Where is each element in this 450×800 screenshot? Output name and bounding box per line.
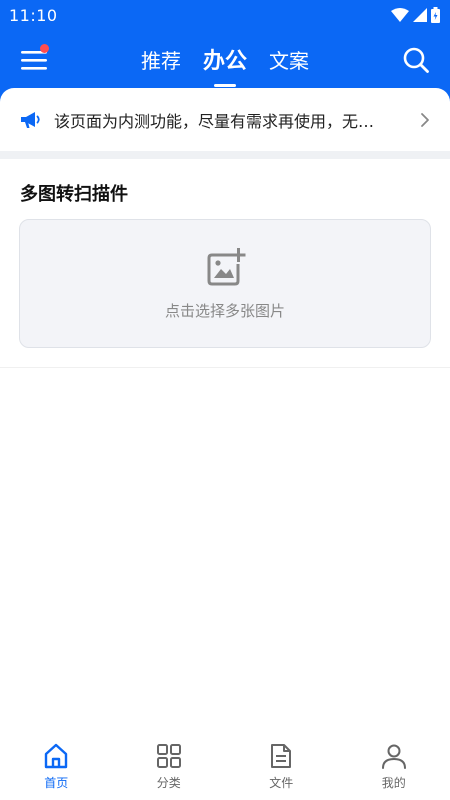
- file-icon: [271, 744, 292, 768]
- nav-label: 文件: [269, 776, 294, 790]
- tab-active-indicator: [213, 84, 236, 87]
- tab-label: 文案: [269, 48, 309, 73]
- battery-icon: [431, 7, 440, 23]
- nav-label: 我的: [381, 776, 406, 790]
- nav-label: 分类: [156, 776, 181, 790]
- megaphone-icon: [21, 111, 40, 128]
- search-icon[interactable]: [402, 46, 430, 74]
- top-tabs: 推荐 办公 文案: [0, 30, 450, 90]
- notice-bar[interactable]: 该页面为内测功能，尽量有需求再使用，无…: [0, 88, 450, 151]
- add-image-icon: [207, 248, 246, 286]
- bottom-nav: 首页 分类 文件 我的: [0, 733, 450, 800]
- tab-copywriting[interactable]: 文案: [269, 45, 309, 76]
- grid-icon: [156, 744, 181, 768]
- status-bar: 11:10: [0, 0, 450, 30]
- tab-label: 推荐: [140, 48, 181, 73]
- nav-home[interactable]: 首页: [0, 733, 113, 800]
- section-title: 多图转扫描件: [20, 184, 128, 205]
- image-upload-area[interactable]: 点击选择多张图片: [19, 219, 431, 348]
- main-content: 该页面为内测功能，尽量有需求再使用，无… 多图转扫描件 点击选择多张图片: [0, 88, 450, 733]
- upload-hint: 点击选择多张图片: [164, 302, 285, 320]
- nav-label: 首页: [44, 776, 69, 790]
- nav-files[interactable]: 文件: [225, 733, 338, 800]
- user-icon: [381, 744, 406, 769]
- cell-signal-icon: [413, 8, 427, 22]
- chevron-right-icon: [421, 112, 429, 127]
- wifi-icon: [391, 8, 409, 22]
- nav-profile[interactable]: 我的: [338, 733, 450, 800]
- status-time: 11:10: [9, 5, 58, 25]
- section-divider: [0, 151, 450, 159]
- nav-categories[interactable]: 分类: [113, 733, 226, 800]
- tab-recommend[interactable]: 推荐: [141, 45, 181, 76]
- notice-text: 该页面为内测功能，尽量有需求再使用，无…: [54, 111, 375, 131]
- tab-label: 办公: [202, 49, 247, 74]
- home-icon: [45, 743, 68, 769]
- section-rule: [0, 367, 450, 368]
- tab-office[interactable]: 办公: [202, 43, 247, 87]
- status-icons: [391, 7, 440, 23]
